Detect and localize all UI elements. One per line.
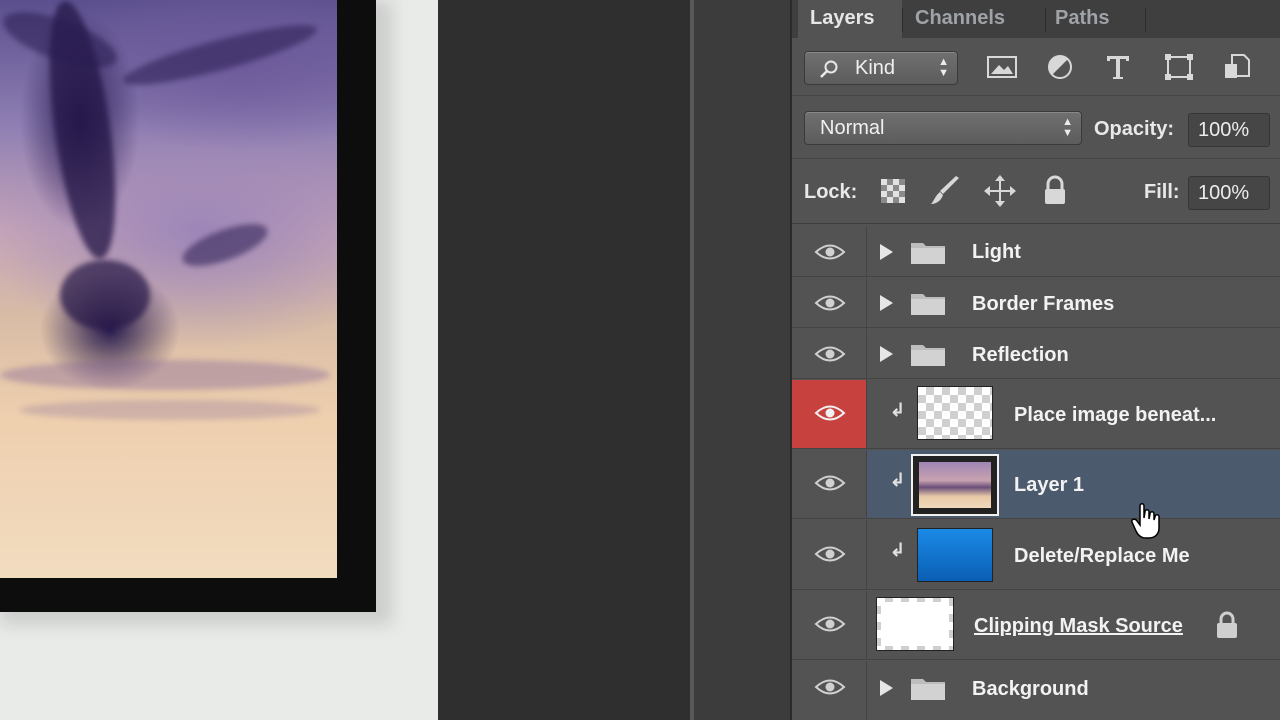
expand-triangle-icon[interactable] [880, 244, 893, 260]
tab-paths[interactable]: Paths [1055, 0, 1145, 38]
layer-name: Reflection [972, 344, 1069, 366]
folder-icon [911, 243, 945, 264]
eye-icon [814, 295, 846, 311]
layer-filter-row: Kind ▲ ▼ [792, 38, 1280, 96]
layer-row-light[interactable]: Light [792, 226, 1280, 277]
visibility-toggle[interactable] [792, 520, 867, 589]
tab-separator [1145, 8, 1146, 32]
expand-triangle-icon[interactable] [880, 346, 893, 362]
lock-icon [1217, 611, 1237, 638]
eye-icon [814, 546, 846, 562]
clipping-arrow-icon: ↲ [890, 540, 906, 560]
layers-panel: Layers Channels Paths Kind ▲ ▼ Normal ▲ … [792, 0, 1280, 720]
layer-thumbnail [917, 386, 993, 440]
filter-kind-label: Kind [855, 57, 896, 79]
lock-transparency-icon[interactable] [876, 174, 910, 208]
fill-input[interactable]: 100% [1188, 176, 1270, 210]
eye-icon [814, 405, 846, 421]
visibility-toggle[interactable] [792, 380, 867, 448]
eye-icon [814, 475, 846, 491]
blend-row: Normal ▲ ▼ Opacity: 100% [792, 97, 1280, 159]
adjustment-filter-icon[interactable] [1043, 52, 1077, 82]
layer-thumbnail-selected [911, 454, 999, 516]
visibility-toggle[interactable] [792, 329, 867, 378]
lock-all-icon[interactable] [1038, 174, 1072, 208]
folder-icon [911, 345, 945, 366]
lock-position-icon[interactable] [983, 174, 1017, 208]
tab-separator [902, 8, 903, 32]
eye-icon [814, 616, 846, 632]
search-icon [820, 60, 838, 78]
eye-icon [814, 679, 846, 695]
folder-icon [911, 294, 945, 315]
layer-row-clipping-mask-source[interactable]: Clipping Mask Source [792, 591, 1280, 660]
tab-layers[interactable]: Layers [798, 0, 902, 38]
visibility-toggle[interactable] [792, 450, 867, 518]
layer-row-layer-1[interactable]: ↲ Layer 1 [792, 450, 1280, 539]
picture-frame [0, 0, 376, 612]
eye-icon [814, 244, 846, 260]
layer-thumbnail [917, 528, 993, 582]
tab-separator [1045, 8, 1046, 32]
chevron-updown-icon: ▲ ▼ [1062, 116, 1073, 139]
layer-name: Delete/Replace Me [1014, 545, 1190, 567]
opacity-input[interactable]: 100% [1188, 113, 1270, 147]
folder-icon [911, 679, 945, 700]
panel-tabs: Layers Channels Paths [792, 0, 1280, 38]
workspace-gutter [438, 0, 690, 720]
layer-thumbnail [876, 597, 954, 651]
expand-triangle-icon[interactable] [880, 680, 893, 696]
blend-mode-dropdown[interactable]: Normal ▲ ▼ [804, 111, 1082, 145]
thumbnail-image [919, 462, 991, 508]
document-canvas[interactable] [0, 0, 438, 720]
clipping-arrow-icon: ↲ [890, 400, 906, 420]
lock-row: Lock: Fill: 100% [792, 160, 1280, 224]
eye-icon [814, 346, 846, 362]
thumbnail-shape [881, 602, 949, 646]
smart-object-filter-icon[interactable] [1220, 52, 1254, 82]
layer-row-delete-replace[interactable]: ↲ Delete/Replace Me [792, 520, 1280, 590]
image-filter-icon[interactable] [985, 52, 1019, 82]
shape-filter-icon[interactable] [1162, 52, 1196, 82]
layer-name: Layer 1 [1014, 474, 1085, 496]
visibility-toggle[interactable] [792, 278, 867, 327]
layer-row-border-frames[interactable]: Border Frames [792, 278, 1280, 328]
tab-channels[interactable]: Channels [915, 0, 1045, 38]
layer-name: Light [972, 241, 1021, 263]
layer-name: Background [972, 678, 1089, 700]
type-filter-icon[interactable] [1101, 52, 1135, 82]
layer-name: Clipping Mask Source [974, 615, 1183, 637]
layer-name: Border Frames [972, 293, 1115, 315]
clipping-arrow-icon: ↲ [890, 470, 906, 490]
layer-name: Place image beneat... [1014, 404, 1217, 426]
blend-mode-value: Normal [820, 117, 885, 139]
layer-row-place-image[interactable]: ↲ Place image beneat... [792, 380, 1280, 449]
lock-label: Lock: [804, 181, 858, 203]
chevron-updown-icon: ▲ ▼ [938, 56, 949, 79]
lock-image-icon[interactable] [928, 174, 962, 208]
opacity-label: Opacity: [1094, 118, 1175, 140]
painted-artwork [0, 0, 337, 578]
fill-label: Fill: [1144, 181, 1180, 203]
layer-row-reflection[interactable]: Reflection [792, 329, 1280, 379]
visibility-toggle[interactable] [792, 226, 867, 276]
visibility-toggle[interactable] [792, 591, 867, 659]
layer-row-background[interactable]: Background [792, 661, 1280, 720]
expand-triangle-icon[interactable] [880, 295, 893, 311]
visibility-toggle[interactable] [792, 661, 867, 720]
filter-kind-dropdown[interactable]: Kind ▲ ▼ [804, 51, 958, 85]
collapsed-panel-dock [694, 0, 792, 720]
